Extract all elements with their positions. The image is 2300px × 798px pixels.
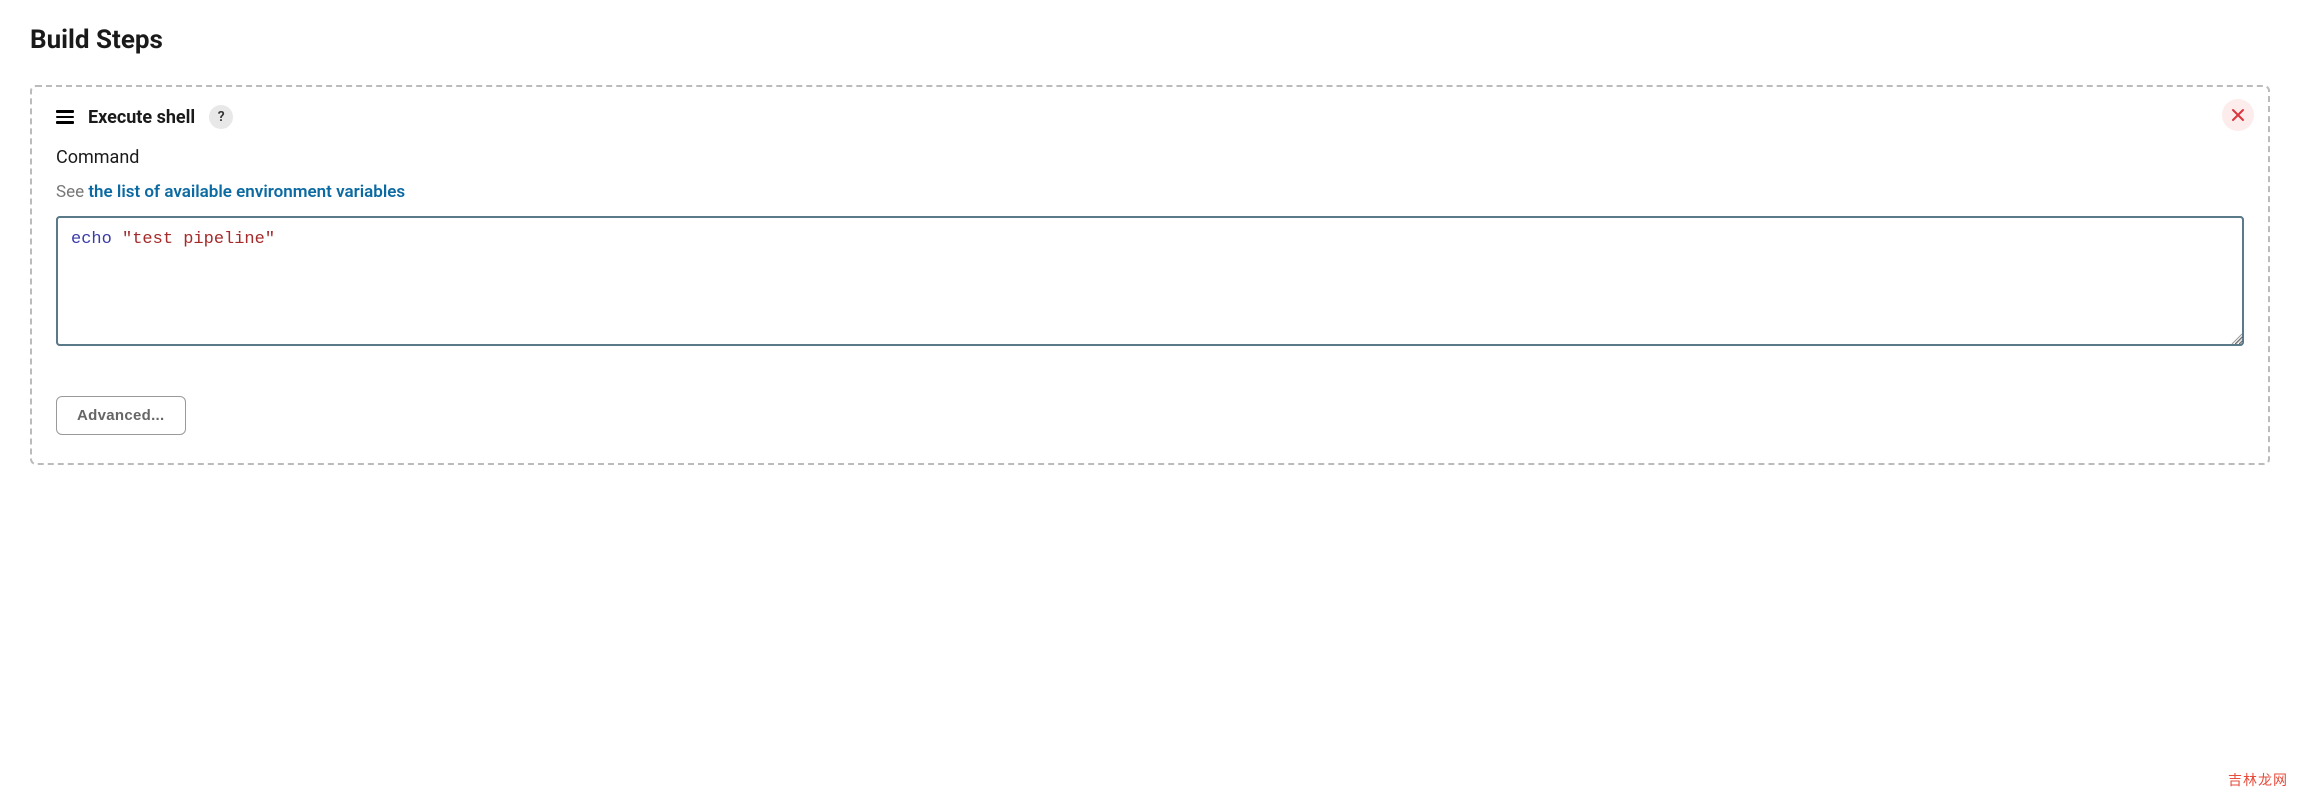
watermark: 吉林龙网 [2228, 770, 2288, 790]
help-icon[interactable]: ? [209, 105, 233, 129]
advanced-button[interactable]: Advanced... [56, 396, 186, 435]
drag-handle-icon[interactable] [56, 110, 74, 124]
build-step-panel: Execute shell ? Command See the list of … [30, 85, 2270, 465]
step-header: Execute shell ? [56, 105, 2244, 129]
section-title: Build Steps [30, 25, 2270, 55]
step-title: Execute shell [88, 107, 195, 128]
env-vars-link[interactable]: the list of available environment variab… [88, 182, 405, 202]
help-prefix: See [56, 182, 88, 202]
code-string: "test pipeline" [122, 230, 275, 249]
close-icon [2231, 108, 2245, 122]
command-label: Command [56, 147, 2244, 168]
command-input[interactable]: echo "test pipeline" [56, 216, 2244, 346]
help-text: See the list of available environment va… [56, 182, 2244, 202]
remove-step-button[interactable] [2222, 99, 2254, 131]
code-keyword: echo [71, 230, 112, 249]
